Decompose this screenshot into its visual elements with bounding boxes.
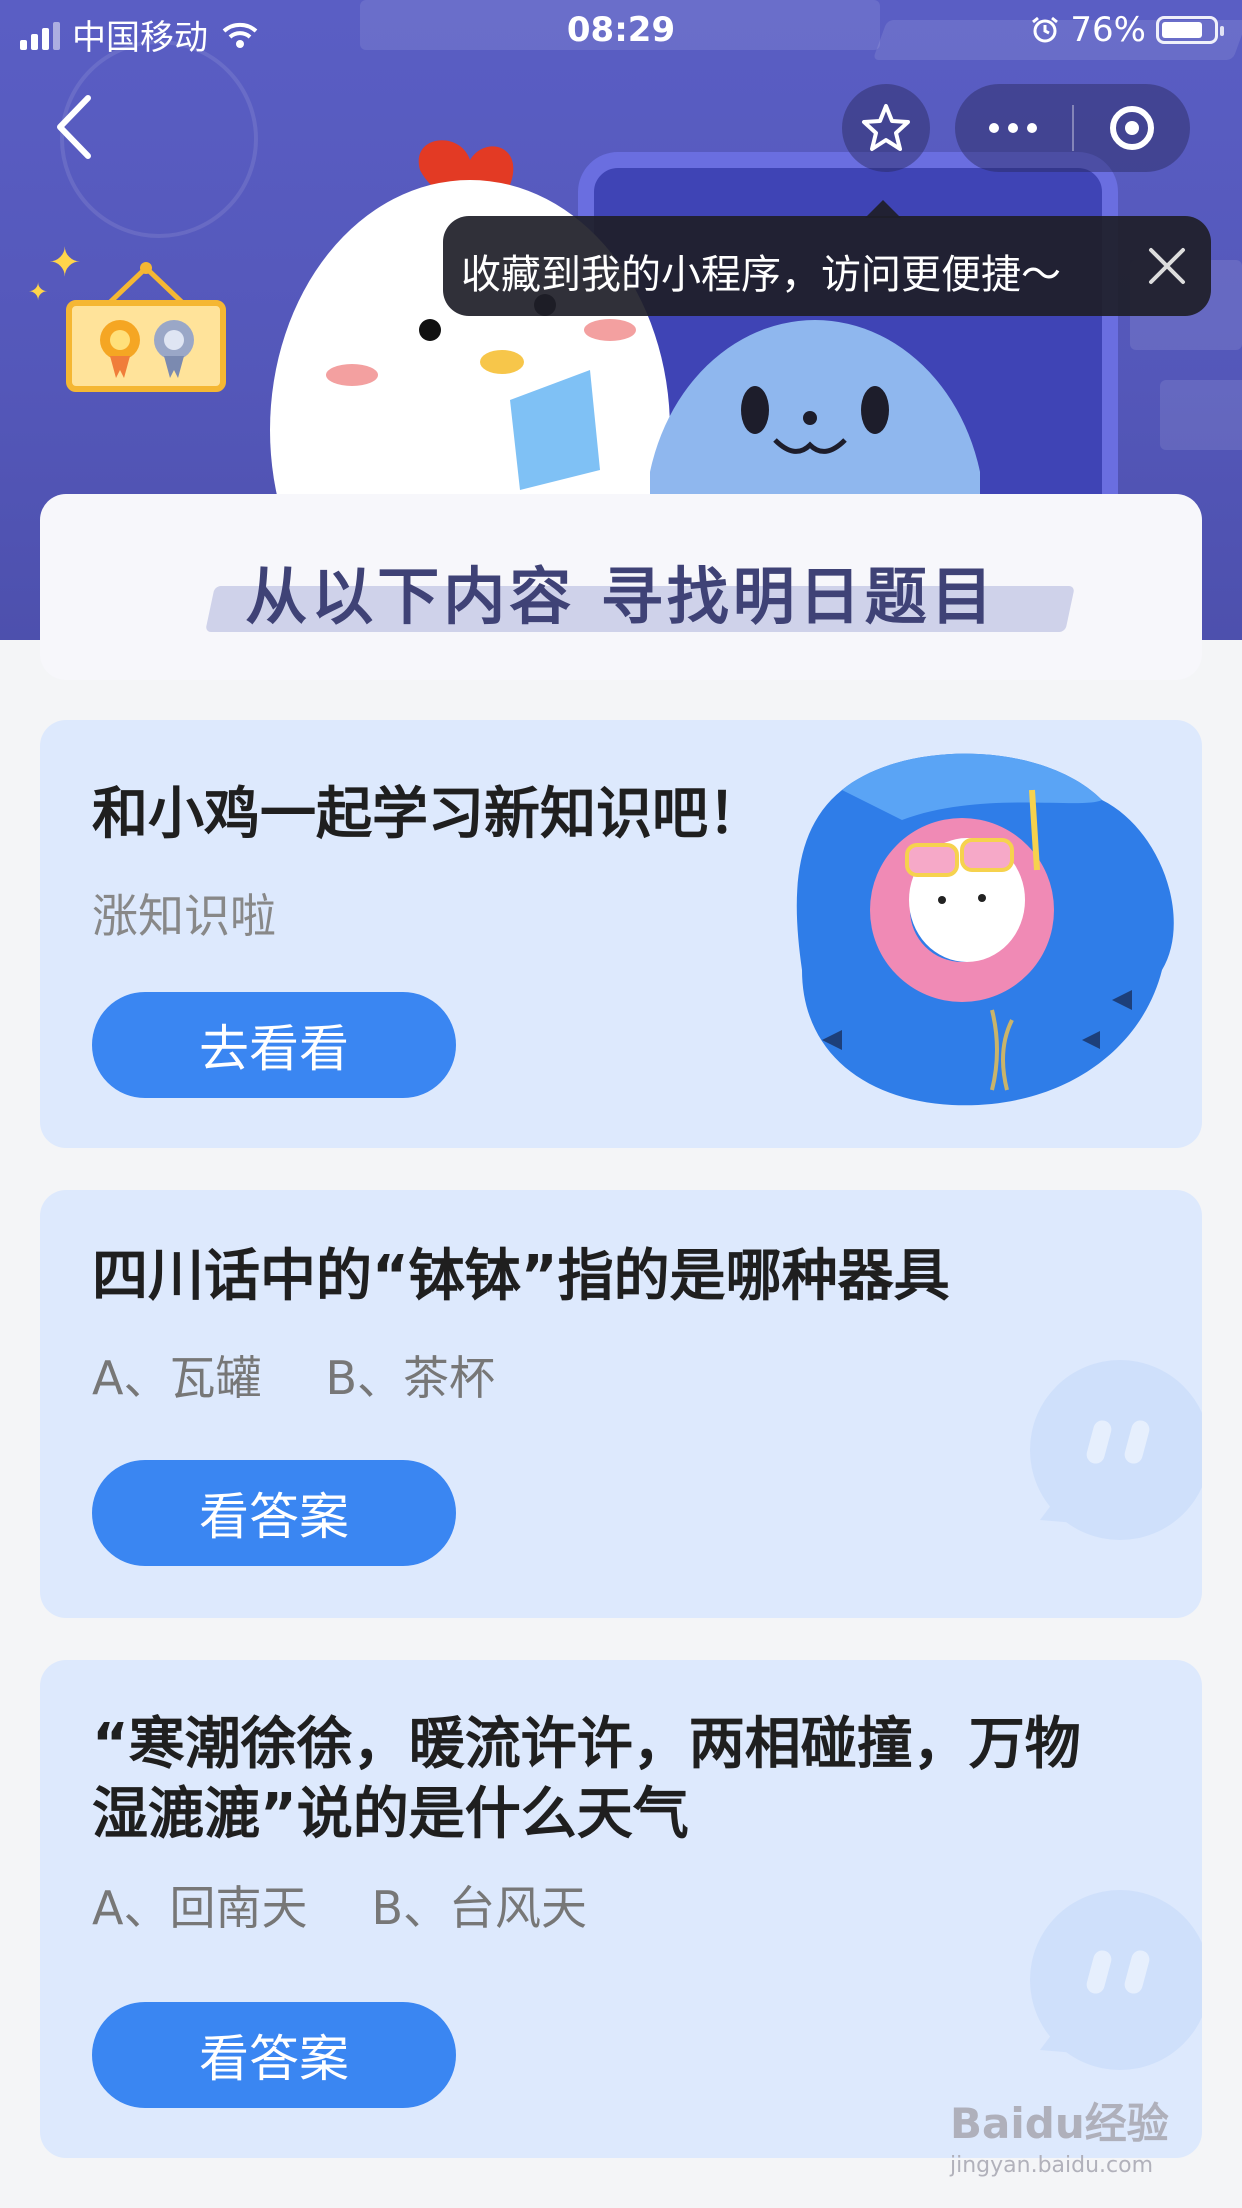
question-text: 四川话中的“钵钵”指的是哪种器具 <box>92 1244 950 1309</box>
medal-frame-icon <box>66 300 226 392</box>
more-button[interactable] <box>955 84 1072 172</box>
go-see-button[interactable]: 去看看 <box>92 992 456 1098</box>
answer-options: A、回南天 B、台风天 <box>92 1872 587 1938</box>
favorite-button[interactable] <box>842 84 930 172</box>
status-time: 08:29 <box>566 10 676 50</box>
favorite-tooltip: 收藏到我的小程序，访问更便捷～ <box>443 200 1211 316</box>
chicken-swimming-illustration <box>796 753 1174 1106</box>
watermark-brand: Baidu经验 <box>950 2099 1169 2148</box>
banner-title: 从以下内容 寻找明日题目 <box>245 560 997 633</box>
question-line: 湿漉漉”说的是什么天气 <box>92 1782 689 1847</box>
decor-block <box>1160 380 1242 450</box>
sparkle-icon: ✦ <box>48 240 82 286</box>
baidu-watermark: Baidu经验 jingyan.baidu.com <box>950 2090 1169 2178</box>
option-a: A、瓦罐 <box>92 1351 262 1405</box>
question-line: “寒潮徐徐，暖流许许，两相碰撞，万物 <box>92 1712 1081 1777</box>
back-arrow-icon[interactable] <box>48 92 108 162</box>
star-icon <box>862 104 910 151</box>
watermark-url: jingyan.baidu.com <box>950 2153 1154 2178</box>
chat-bubble-icon <box>1030 1890 1202 2070</box>
close-icon[interactable] <box>1145 244 1189 288</box>
view-answer-button[interactable]: 看答案 <box>92 2002 456 2108</box>
option-a: A、回南天 <box>92 1881 308 1935</box>
chat-bubble-icon <box>1030 1360 1202 1540</box>
battery-icon <box>1156 16 1224 44</box>
answer-options: A、瓦罐 B、茶杯 <box>92 1342 495 1408</box>
section-banner: 从以下内容 寻找明日题目 <box>40 494 1202 680</box>
tooltip-text: 收藏到我的小程序，访问更便捷～ <box>461 252 1061 298</box>
battery-percent: 76% <box>1070 10 1146 50</box>
question-card: 四川话中的“钵钵”指的是哪种器具 A、瓦罐 B、茶杯 看答案 <box>40 1190 1202 1618</box>
close-miniprogram-button[interactable] <box>1074 84 1191 172</box>
sparkle-icon: ✦ <box>28 278 49 306</box>
question-text: “寒潮徐徐，暖流许许，两相碰撞，万物 湿漉漉”说的是什么天气 <box>92 1710 1081 1850</box>
alarm-icon <box>1032 16 1059 43</box>
more-dots-icon <box>989 123 1038 133</box>
card-heading: 和小鸡一起学习新知识吧！ <box>92 782 764 847</box>
view-answer-button[interactable]: 看答案 <box>92 1460 456 1566</box>
option-b: B、茶杯 <box>325 1351 496 1405</box>
question-card: “寒潮徐徐，暖流许许，两相碰撞，万物 湿漉漉”说的是什么天气 A、回南天 B、台… <box>40 1660 1202 2158</box>
target-icon <box>1109 106 1154 150</box>
miniprogram-capsule <box>955 84 1190 172</box>
option-b: B、台风天 <box>371 1881 588 1935</box>
status-bar: 中国移动 08:29 76% <box>0 0 1242 62</box>
card-subtitle: 涨知识啦 <box>92 889 276 943</box>
learn-card: 和小鸡一起学习新知识吧！ 涨知识啦 去看看 <box>40 720 1202 1148</box>
